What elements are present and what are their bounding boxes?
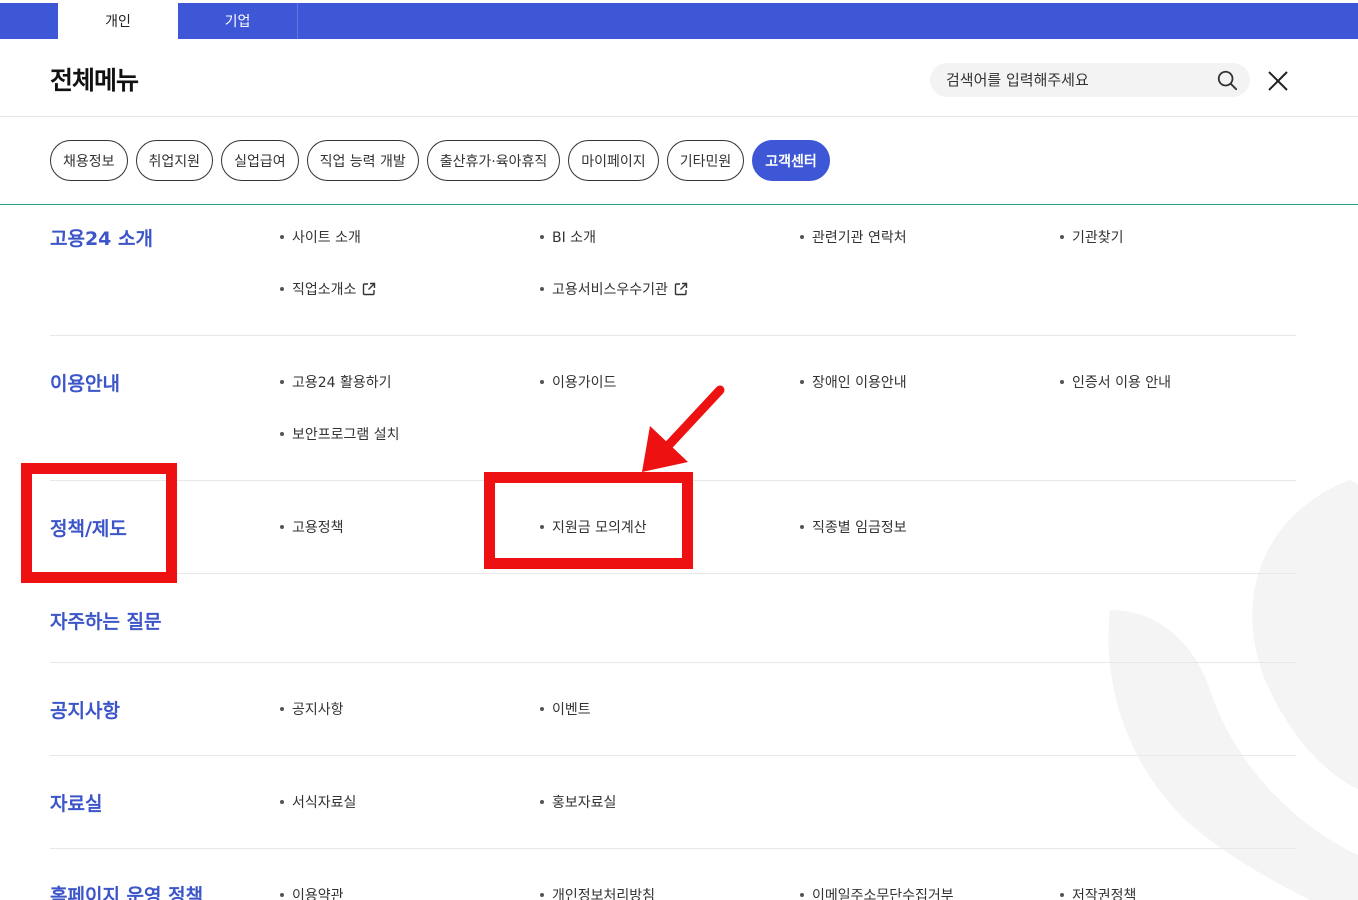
menu-item-certificate-guide[interactable]: 인증서 이용 안내	[1060, 372, 1171, 392]
chip-other-civil[interactable]: 기타민원	[666, 140, 745, 181]
tab-personal[interactable]: 개인	[58, 3, 178, 39]
section-title[interactable]: 자료실	[50, 789, 102, 816]
section-title[interactable]: 이용안내	[50, 369, 120, 396]
chip-customer-center[interactable]: 고객센터	[752, 140, 830, 181]
user-type-bar: 개인 기업	[0, 3, 1358, 39]
chip-employment-support[interactable]: 취업지원	[135, 140, 214, 181]
section-title[interactable]: 홈페이지 운영 정책	[50, 881, 203, 900]
menu-item-user-guide[interactable]: 이용가이드	[540, 372, 616, 392]
menu-item-label: 고용서비스우수기관	[552, 282, 668, 298]
chip-skill-development[interactable]: 직업 능력 개발	[306, 140, 419, 181]
menu-item-employment-policy[interactable]: 고용정책	[280, 517, 344, 537]
section-goyong24-intro: 고용24 소개 사이트 소개 BI 소개 관련기관 연락처 기관찾기 직업소개소…	[50, 205, 1296, 336]
menu-item-label: 직업소개소	[292, 282, 357, 298]
menu-item-bi-intro[interactable]: BI 소개	[540, 227, 596, 247]
menu-item-copyright-policy[interactable]: 저작권정책	[1060, 885, 1136, 900]
search-box	[930, 63, 1250, 97]
chip-job-info[interactable]: 채용정보	[50, 140, 128, 181]
menu-item-disability-guide[interactable]: 장애인 이용안내	[800, 372, 907, 392]
menu-item-email-refusal[interactable]: 이메일주소무단수집거부	[800, 885, 954, 900]
external-link-icon	[674, 282, 688, 296]
menu-item-security-program[interactable]: 보안프로그램 설치	[280, 424, 400, 444]
menu-header: 전체메뉴	[0, 39, 1358, 117]
section-title[interactable]: 공지사항	[50, 696, 120, 723]
menu-item-excellent-agency[interactable]: 고용서비스우수기관	[540, 279, 688, 299]
menu-item-find-agency[interactable]: 기관찾기	[1060, 227, 1124, 247]
section-faq: 자주하는 질문	[50, 574, 1296, 663]
section-archive: 자료실 서식자료실 홍보자료실	[50, 756, 1296, 849]
section-title[interactable]: 자주하는 질문	[50, 607, 162, 634]
page-title: 전체메뉴	[50, 66, 139, 95]
menu-item-privacy-policy[interactable]: 개인정보처리방침	[540, 885, 655, 900]
tab-business[interactable]: 기업	[178, 3, 298, 39]
category-chips: 채용정보 취업지원 실업급여 직업 능력 개발 출산휴가·육아휴직 마이페이지 …	[50, 140, 830, 181]
chip-mypage[interactable]: 마이페이지	[568, 140, 659, 181]
highlight-box-policy	[21, 463, 177, 583]
search-icon[interactable]	[1216, 69, 1238, 91]
menu-item-terms[interactable]: 이용약관	[280, 885, 344, 900]
annotation-arrow-icon	[642, 385, 725, 472]
menu-item-site-intro[interactable]: 사이트 소개	[280, 227, 361, 247]
menu-item-form-archive[interactable]: 서식자료실	[280, 792, 356, 812]
close-icon[interactable]	[1266, 69, 1290, 93]
search-input[interactable]	[946, 63, 1206, 97]
menu-item-promo-archive[interactable]: 홍보자료실	[540, 792, 616, 812]
section-notice: 공지사항 공지사항 이벤트	[50, 663, 1296, 756]
menu-item-job-agency[interactable]: 직업소개소	[280, 279, 376, 299]
highlight-box-subsidy	[484, 472, 693, 569]
chip-maternity-leave[interactable]: 출산휴가·육아휴직	[426, 140, 561, 181]
menu-item-related-contacts[interactable]: 관련기관 연락처	[800, 227, 907, 247]
section-title[interactable]: 고용24 소개	[50, 224, 153, 251]
menu-item-event[interactable]: 이벤트	[540, 699, 591, 719]
external-link-icon	[363, 282, 376, 296]
chip-unemployment-benefit[interactable]: 실업급여	[221, 140, 299, 181]
menu-item-wage-by-job[interactable]: 직종별 임금정보	[800, 517, 907, 537]
section-site-policy: 홈페이지 운영 정책 이용약관 개인정보처리방침 이메일주소무단수집거부 저작권…	[50, 849, 1296, 900]
menu-item-how-to-use[interactable]: 고용24 활용하기	[280, 372, 392, 392]
menu-item-notice[interactable]: 공지사항	[280, 699, 344, 719]
